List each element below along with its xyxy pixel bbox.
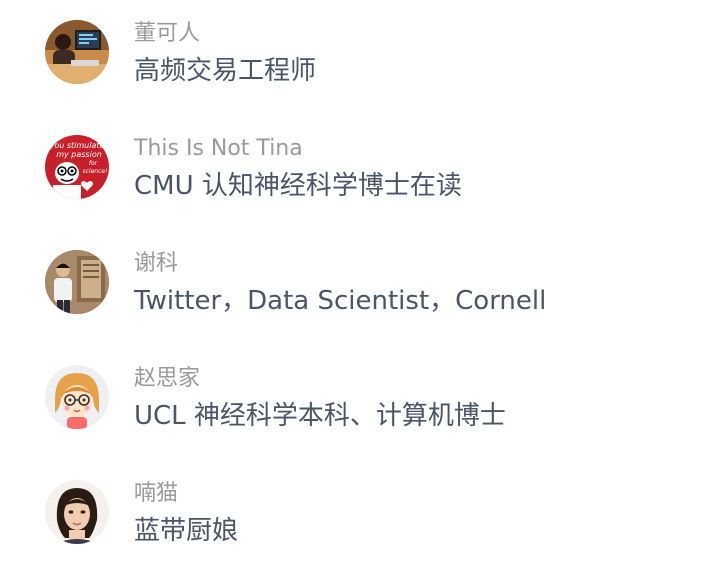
avatar-caption-line: my passion	[56, 150, 102, 159]
person-description: 高频交易工程师	[134, 56, 317, 86]
avatar[interactable]	[45, 20, 109, 84]
person-description: 蓝带厨娘	[134, 516, 239, 546]
photo-avatar-computer-desk-icon	[45, 20, 109, 84]
cartoon-avatar-girl-glasses-icon	[45, 365, 109, 429]
avatar[interactable]: you stimulate my passion for science!	[45, 135, 109, 199]
avatar[interactable]	[45, 250, 109, 314]
cartoon-avatar-red-icon: you stimulate my passion for science!	[45, 135, 109, 199]
avatar-caption-line: science!	[83, 168, 108, 175]
people-list: 董可人 高频交易工程师 you stimulate my passion for…	[0, 0, 720, 568]
photo-avatar-woman-portrait-icon	[45, 480, 109, 544]
avatar-caption-line: for	[89, 160, 98, 167]
list-item[interactable]: you stimulate my passion for science! Th…	[0, 135, 720, 235]
list-item[interactable]: 谢科 Twitter，Data Scientist，Cornell	[0, 250, 720, 350]
person-name: 谢科	[134, 251, 179, 276]
person-description: Twitter，Data Scientist，Cornell	[134, 286, 547, 316]
person-name: This Is Not Tina	[134, 136, 303, 161]
avatar[interactable]	[45, 365, 109, 429]
avatar-caption-line: you stimulate	[49, 141, 105, 150]
list-item[interactable]: 赵思家 UCL 神经科学本科、计算机博士	[0, 365, 720, 465]
list-item[interactable]: 喃猫 蓝带厨娘	[0, 480, 720, 580]
person-name: 喃猫	[134, 481, 179, 506]
photo-avatar-man-standing-icon	[45, 250, 109, 314]
person-description: CMU 认知神经科学博士在读	[134, 171, 462, 201]
person-name: 赵思家	[134, 366, 201, 391]
person-description: UCL 神经科学本科、计算机博士	[134, 401, 506, 431]
person-name: 董可人	[134, 21, 201, 46]
list-item[interactable]: 董可人 高频交易工程师	[0, 20, 720, 120]
avatar[interactable]	[45, 480, 109, 544]
